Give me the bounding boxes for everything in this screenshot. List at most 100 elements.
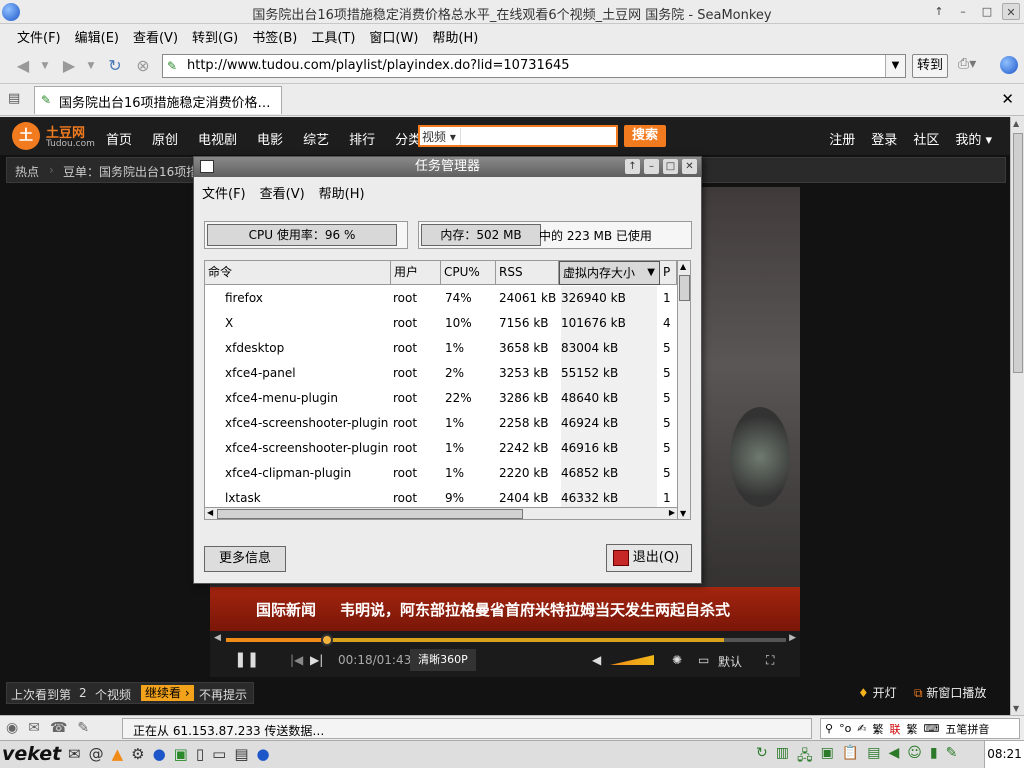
table-scroll-left-icon[interactable]: ◀ <box>207 508 213 517</box>
page-scroll-thumb[interactable] <box>1013 133 1023 373</box>
pen-tray-icon[interactable]: ✎ <box>946 745 958 768</box>
screen-ratio-icon[interactable]: ▭ <box>698 653 709 667</box>
table-scroll-up-icon[interactable]: ▲ <box>680 262 686 271</box>
ime-pen-icon[interactable]: ✍ <box>855 722 868 735</box>
site-search-button[interactable]: 搜索 <box>624 125 666 147</box>
new-window-play-button[interactable]: ⧉ 新窗口播放 <box>914 684 986 701</box>
table-vertical-scrollbar[interactable]: ▲ ▼ <box>677 261 690 519</box>
back-dropdown-icon[interactable]: ▼ <box>38 54 52 78</box>
menu-bookmarks[interactable]: 书签(B) <box>245 27 304 46</box>
dialog-raise-button[interactable]: ↑ <box>625 159 640 174</box>
menu-view[interactable]: 查看(V) <box>126 27 185 46</box>
url-history-dropdown-icon[interactable]: ▼ <box>885 55 905 77</box>
volume-icon[interactable]: ◀ <box>592 653 601 667</box>
ime-lianxiang-toggle[interactable]: 联 <box>888 721 903 737</box>
pause-icon[interactable]: ❚❚ <box>234 650 259 668</box>
forward-dropdown-icon[interactable]: ▼ <box>84 54 98 78</box>
table-row[interactable]: xfce4-clipman-plugin root 1% 2220 kB 46852 k… <box>205 461 677 486</box>
col-priority[interactable]: P <box>660 261 677 285</box>
lights-toggle-button[interactable]: ♦ 开灯 <box>858 684 897 701</box>
breadcrumb-playlist[interactable]: 豆单：国务院出台16项措 <box>63 163 198 180</box>
table-row[interactable]: xfdesktop root 1% 3658 kB 83004 kB 5 <box>205 336 677 361</box>
print-icon[interactable]: ⎙▾ <box>958 56 980 76</box>
dismiss-button[interactable]: 不再提示 <box>199 686 247 703</box>
dialog-minimize-button[interactable]: – <box>644 159 659 174</box>
ime-keyboard-icon[interactable]: ⌨ <box>922 722 942 735</box>
ime-punct-icon[interactable]: °ο <box>837 722 853 735</box>
dialog-app-icon[interactable] <box>200 160 214 173</box>
clock[interactable]: 08:21 <box>984 741 1024 768</box>
login-link[interactable]: 登录 <box>863 129 905 148</box>
community-link[interactable]: 社区 <box>905 129 947 148</box>
ime-traditional-toggle[interactable]: 繁 <box>871 721 886 737</box>
window-raise-button[interactable]: ↑ <box>930 3 948 20</box>
next-icon[interactable]: ▶| <box>310 653 323 667</box>
dialog-close-button[interactable]: ✕ <box>682 159 697 174</box>
table-scroll-right-icon[interactable]: ▶ <box>669 508 675 517</box>
browser-launcher-icon[interactable]: ● <box>257 745 270 763</box>
table-row[interactable]: xfce4-panel root 2% 3253 kB 55152 kB 5 <box>205 361 677 386</box>
clipboard-tray-icon[interactable]: 📋 <box>842 745 859 768</box>
dialog-titlebar[interactable]: 任务管理器 ↑ – □ ✕ <box>194 157 701 177</box>
nav-movies[interactable]: 电影 <box>247 129 293 148</box>
nav-home[interactable]: 首页 <box>96 129 142 148</box>
vlc-launcher-icon[interactable]: ▲ <box>112 745 124 763</box>
volume-tray-icon[interactable]: ◀ <box>889 745 900 768</box>
window-close-button[interactable]: ✕ <box>1002 3 1020 20</box>
go-button[interactable]: 转到 <box>912 54 948 78</box>
search-category-select[interactable]: 视频 ▾ <box>422 128 461 145</box>
ime-logo-icon[interactable]: ⚲ <box>823 722 835 735</box>
url-bar[interactable]: ✎ http://www.tudou.com/playlist/playinde… <box>162 54 906 78</box>
stop-icon[interactable]: ⊗ <box>132 54 154 78</box>
dialog-maximize-button[interactable]: □ <box>663 159 678 174</box>
battery-tray-icon[interactable]: ▮ <box>930 745 938 768</box>
seamonkey-launcher-icon[interactable]: ● <box>153 745 166 763</box>
blank-launcher-icon[interactable]: ▯ <box>196 745 204 763</box>
seek-back-icon[interactable]: ◀ <box>214 633 221 643</box>
notes-tray-icon[interactable]: ▤ <box>867 745 880 768</box>
col-command[interactable]: 命令 <box>205 261 391 285</box>
previous-icon[interactable]: |◀ <box>290 653 303 667</box>
table-row[interactable]: xfce4-menu-plugin root 22% 3286 kB 48640 kB 5 <box>205 386 677 411</box>
at-launcher-icon[interactable]: @ <box>89 745 104 763</box>
table-row[interactable]: xfce4-screenshooter-plugin root 1% 2258 kB 4… <box>205 411 677 436</box>
back-icon[interactable]: ◀ <box>10 54 36 78</box>
nav-rankings[interactable]: 排行 <box>339 129 385 148</box>
menu-window[interactable]: 窗口(W) <box>362 27 425 46</box>
url-text[interactable]: http://www.tudou.com/playlist/playindex.… <box>187 58 570 73</box>
table-hscroll-thumb[interactable] <box>217 509 523 519</box>
col-user[interactable]: 用户 <box>391 261 441 285</box>
volume-slider[interactable] <box>610 655 654 665</box>
menu-go[interactable]: 转到(G) <box>185 27 245 46</box>
chat-icon[interactable]: ☎ <box>50 720 67 736</box>
menu-file[interactable]: 文件(F) <box>10 27 68 46</box>
navigator-icon[interactable]: ◉ <box>6 720 18 736</box>
close-tab-icon[interactable]: ✕ <box>1001 90 1014 108</box>
continue-watching-button[interactable]: 继续看 › <box>141 685 194 701</box>
dialog-menu-file[interactable]: 文件(F) <box>202 183 246 202</box>
reload-icon[interactable]: ↻ <box>104 54 126 78</box>
monitor-launcher-icon[interactable]: ▣ <box>174 745 188 763</box>
screen-ratio-label[interactable]: 默认 <box>718 653 742 670</box>
scroll-up-icon[interactable]: ▲ <box>1013 119 1019 128</box>
col-cpu[interactable]: CPU% <box>441 261 496 285</box>
menu-edit[interactable]: 编辑(E) <box>68 27 126 46</box>
display-tray-icon[interactable]: ▣ <box>821 745 834 768</box>
forward-icon[interactable]: ▶ <box>56 54 82 78</box>
breadcrumb-hot[interactable]: 热点 <box>15 163 39 180</box>
more-info-button[interactable]: 更多信息 <box>204 546 286 572</box>
network-tray-icon[interactable]: 🖧 <box>797 745 813 768</box>
terminal-launcher-icon[interactable]: ▤ <box>234 745 248 763</box>
seek-forward-icon[interactable]: ▶ <box>789 633 796 643</box>
table-horizontal-scrollbar[interactable]: ◀ ▶ <box>205 507 677 519</box>
quit-button[interactable]: 退出(Q) <box>606 544 692 572</box>
chat-tray-icon[interactable]: ☺ <box>907 745 922 768</box>
dialog-menu-help[interactable]: 帮助(H) <box>319 183 365 202</box>
seek-handle[interactable] <box>320 634 333 646</box>
window-maximize-button[interactable]: □ <box>978 3 996 20</box>
window-minimize-button[interactable]: – <box>954 3 972 20</box>
nav-tv[interactable]: 电视剧 <box>188 129 247 148</box>
settings-launcher-icon[interactable]: ⚙ <box>131 745 144 763</box>
brightness-icon[interactable]: ✺ <box>672 653 682 667</box>
col-virtual-memory[interactable]: 虚拟内存大小 ▼ <box>559 261 660 285</box>
